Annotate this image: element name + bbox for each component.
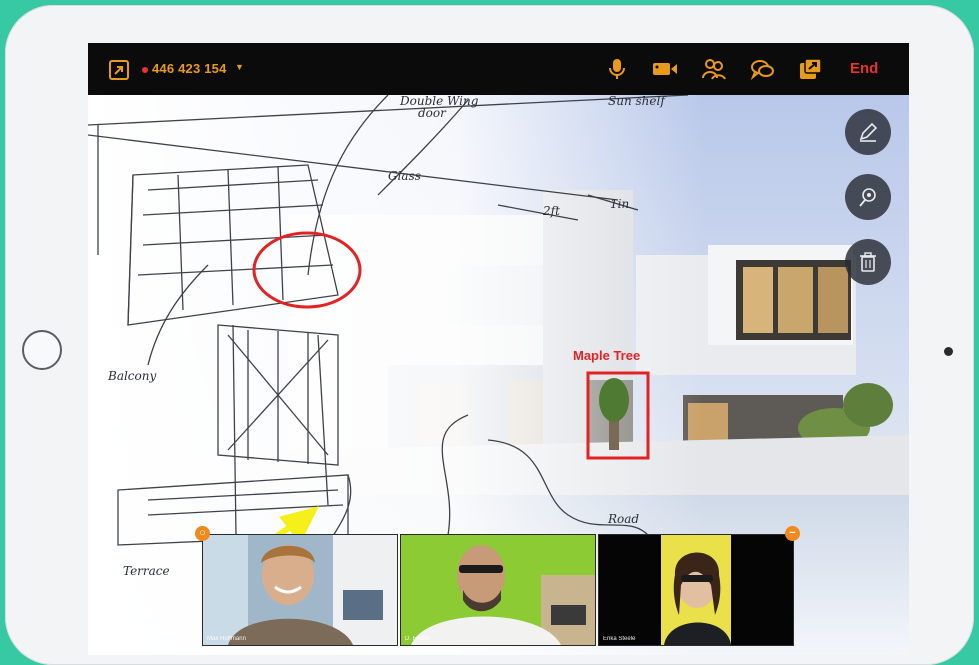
chat-icon[interactable] xyxy=(750,57,776,81)
svg-text:Balcony: Balcony xyxy=(107,369,156,383)
svg-text:2ft: 2ft xyxy=(542,204,560,218)
participant-name: Max Hoffmann xyxy=(207,636,246,642)
caret-down-icon[interactable]: ▼ xyxy=(235,62,244,72)
recording-dot xyxy=(142,67,148,73)
participant-tile[interactable]: Max Hoffmann xyxy=(202,534,398,646)
participant-video xyxy=(599,535,793,645)
minus-badge-icon[interactable]: − xyxy=(785,526,800,541)
participant-video xyxy=(401,535,595,645)
svg-text:Glass: Glass xyxy=(388,169,421,183)
svg-text:door: door xyxy=(418,106,447,120)
trash-icon[interactable] xyxy=(845,239,891,285)
participant-tile[interactable]: D. Foster xyxy=(400,534,596,646)
meeting-id[interactable]: 446 423 154 xyxy=(152,61,227,76)
orange-status-icon: ○ xyxy=(195,526,210,541)
svg-text:1in: 1in xyxy=(610,197,629,211)
app-screen: Double Wing door Glass Sun shelf 2ft 1in… xyxy=(88,43,909,655)
svg-text:Sun shelf: Sun shelf xyxy=(608,95,667,108)
annotation-label: Maple Tree xyxy=(573,348,641,363)
laser-pointer-icon[interactable] xyxy=(845,174,891,220)
call-toolbar: 446 423 154 ▼ End xyxy=(88,43,909,95)
svg-text:Road: Road xyxy=(607,512,639,526)
front-camera xyxy=(944,347,953,356)
home-button[interactable] xyxy=(22,330,62,370)
microphone-icon[interactable] xyxy=(604,57,630,81)
participant-name: Erika Steele xyxy=(603,636,636,642)
share-content-icon[interactable] xyxy=(798,57,824,81)
participant-tile[interactable]: Erika Steele xyxy=(598,534,794,646)
end-call-button[interactable]: End xyxy=(850,60,878,77)
pen-annotate-icon[interactable] xyxy=(845,109,891,155)
participant-video xyxy=(203,535,397,645)
svg-text:Terrace: Terrace xyxy=(123,564,170,578)
participant-name: D. Foster xyxy=(405,636,430,642)
video-camera-icon[interactable] xyxy=(652,57,678,81)
participants-icon[interactable] xyxy=(701,57,727,81)
screen-share-icon[interactable] xyxy=(108,59,130,81)
